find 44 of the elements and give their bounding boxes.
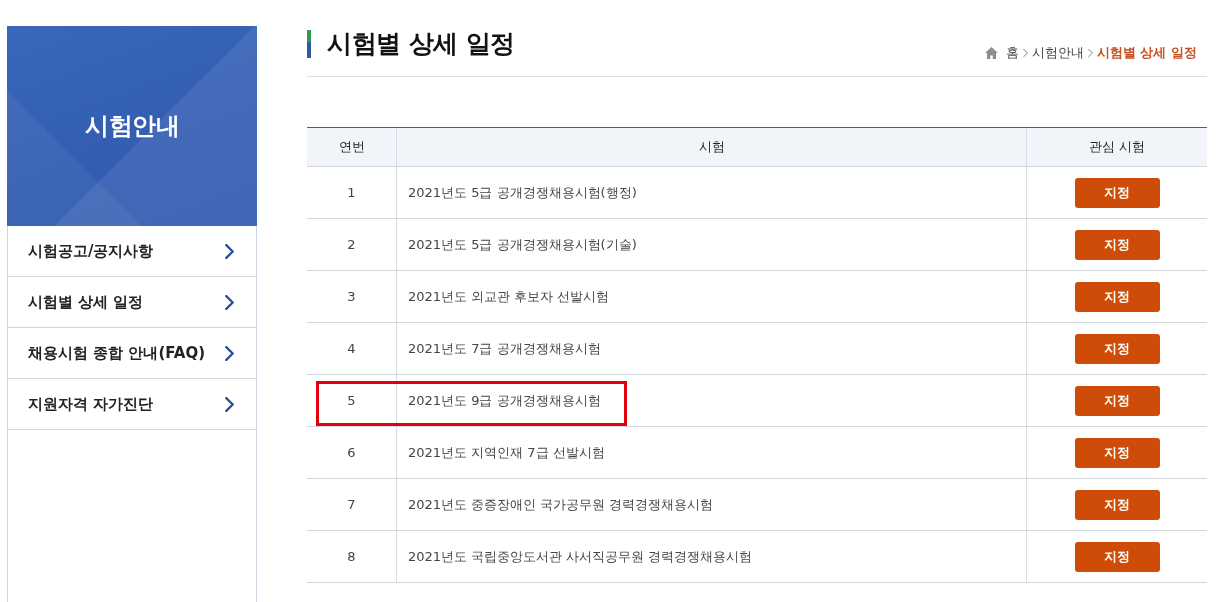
row-number: 5	[347, 393, 356, 408]
exam-name: 2021년도 9급 공개경쟁채용시험	[408, 391, 601, 410]
designate-button[interactable]: 지정	[1074, 333, 1160, 364]
chevron-right-icon	[225, 396, 234, 412]
row-number: 7	[347, 497, 356, 512]
sidebar-title: 시험안내	[85, 111, 179, 142]
exam-name: 2021년도 5급 공개경쟁채용시험(행정)	[408, 183, 637, 202]
designate-button[interactable]: 지정	[1074, 229, 1160, 260]
designate-button[interactable]: 지정	[1074, 489, 1160, 520]
designate-button[interactable]: 지정	[1074, 281, 1160, 312]
chevron-right-icon	[225, 243, 234, 259]
title-accent-bar-icon	[307, 30, 311, 58]
chevron-right-icon	[1087, 48, 1093, 58]
sidebar-menu-item[interactable]: 시험별 상세 일정	[8, 277, 256, 328]
breadcrumb-link[interactable]: 시험안내	[1031, 45, 1084, 61]
designate-button[interactable]: 지정	[1074, 437, 1160, 468]
column-header: 연번	[307, 128, 397, 166]
exam-name: 2021년도 지역인재 7급 선발시험	[408, 443, 605, 462]
exam-name: 2021년도 7급 공개경쟁채용시험	[408, 339, 601, 358]
row-number: 8	[347, 549, 356, 564]
row-number: 3	[347, 289, 356, 304]
column-header: 시험	[397, 128, 1027, 166]
breadcrumb-link[interactable]: 홈	[1005, 45, 1019, 61]
chevron-right-icon	[1022, 48, 1028, 58]
row-number: 2	[347, 237, 356, 252]
page-title: 시험별 상세 일정	[327, 28, 515, 60]
row-number: 1	[347, 185, 356, 200]
exam-name: 2021년도 외교관 후보자 선발시험	[408, 287, 610, 306]
row-number: 4	[347, 341, 356, 356]
row-number: 6	[347, 445, 356, 460]
chevron-right-icon	[225, 294, 234, 310]
chevron-right-icon	[225, 345, 234, 361]
exam-name: 2021년도 5급 공개경쟁채용시험(기술)	[408, 235, 637, 254]
sidebar-menu-item[interactable]: 시험공고/공지사항	[8, 226, 256, 277]
exam-name: 2021년도 국립중앙도서관 사서직공무원 경력경쟁채용시험	[408, 547, 753, 566]
home-icon[interactable]	[984, 47, 998, 59]
breadcrumb-current-page: 시험별 상세 일정	[1096, 45, 1197, 61]
sidebar-menu-item[interactable]: 채용시험 종합 안내(FAQ)	[8, 328, 256, 379]
designate-button[interactable]: 지정	[1074, 177, 1160, 208]
sidebar-menu-item[interactable]: 지원자격 자가진단	[8, 379, 256, 430]
exam-name: 2021년도 중증장애인 국가공무원 경력경쟁채용시험	[408, 495, 714, 514]
column-header: 관심 시험	[1087, 138, 1147, 156]
designate-button[interactable]: 지정	[1074, 541, 1160, 572]
designate-button[interactable]: 지정	[1074, 385, 1160, 416]
